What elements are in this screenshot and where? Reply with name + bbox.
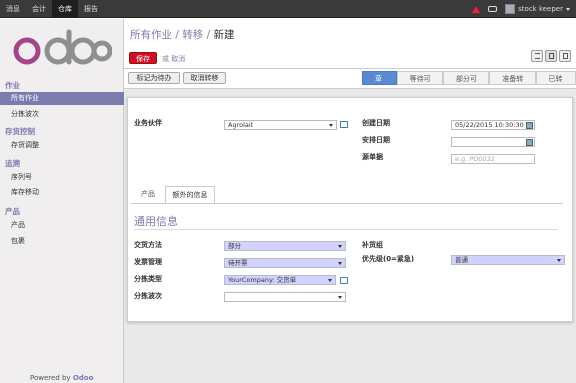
sidebar-section-operations: 作业 xyxy=(5,81,20,90)
avatar xyxy=(505,4,516,14)
odoo-logo[interactable] xyxy=(12,29,112,67)
chevron-down-icon xyxy=(566,7,570,11)
discard-group: 或 取消 xyxy=(162,54,185,64)
picking-type-value: YourCompany: 交货单 xyxy=(228,276,297,284)
menu-accounting[interactable]: 会计 xyxy=(26,0,52,18)
priority-select[interactable]: 普通 xyxy=(451,255,565,265)
priority-label: 优先级(0=紧急) xyxy=(362,255,415,263)
discard-link[interactable]: 取消 xyxy=(171,55,185,63)
top-menu: 消息 会计 仓库 报告 xyxy=(0,0,104,18)
section-divider xyxy=(134,229,558,230)
warning-icon[interactable] xyxy=(472,5,481,13)
delivery-method-select[interactable]: 部分 xyxy=(224,241,346,251)
picking-wave-select[interactable] xyxy=(224,292,346,302)
external-link-icon[interactable] xyxy=(340,277,348,284)
scheduled-date-label: 安排日期 xyxy=(362,136,390,144)
picking-type-label: 分拣类型 xyxy=(134,275,162,283)
cancel-transfer-button[interactable]: 取消转移 xyxy=(183,72,226,84)
list-view-icon[interactable] xyxy=(531,50,543,62)
user-name: stock keeper xyxy=(518,5,563,13)
form-sheet xyxy=(127,97,573,322)
tab-extra-info[interactable]: 额外的信息 xyxy=(165,186,215,204)
mark-todo-button[interactable]: 标记为待办 xyxy=(128,72,180,84)
status-done: 已转移 xyxy=(535,71,576,97)
powered-by-label: Powered by xyxy=(30,374,71,382)
status-draft: 草稿 xyxy=(362,71,397,97)
calendar-view-icon[interactable] xyxy=(559,50,571,62)
breadcrumb: 所有作业 / 转移 / 新建 xyxy=(130,27,234,42)
sidebar-item-products[interactable]: 产品 xyxy=(0,219,124,232)
chevron-down-icon xyxy=(557,259,561,262)
sidebar-item-all-operations[interactable]: 所有作业 xyxy=(0,92,124,105)
sidebar-item-stock-moves[interactable]: 库存移动 xyxy=(0,186,124,199)
sidebar-section-products: 产品 xyxy=(5,207,20,216)
create-date-label: 创建日期 xyxy=(362,119,390,127)
invoice-control-select[interactable]: 待开票 xyxy=(224,258,346,268)
scheduled-date-input[interactable] xyxy=(451,137,535,147)
calendar-icon[interactable] xyxy=(526,139,533,146)
source-document-input[interactable]: e.g. PO0032 xyxy=(451,154,535,164)
breadcrumb-separator: / xyxy=(175,29,179,41)
priority-value: 普通 xyxy=(455,256,468,264)
powered-by: Powered by Odoo xyxy=(30,374,93,382)
sidebar-section-inventory-control: 存货控制 xyxy=(5,127,35,136)
divider xyxy=(124,68,576,69)
create-date-value: 05/22/2015 10:30:30 xyxy=(455,121,524,129)
picking-wave-label: 分拣波次 xyxy=(134,292,162,300)
chevron-down-icon xyxy=(329,124,333,127)
sidebar-section-traceability: 追溯 xyxy=(5,159,20,168)
sidebar-item-packages[interactable]: 包裹 xyxy=(0,235,124,248)
menu-messaging[interactable]: 消息 xyxy=(0,0,26,18)
chevron-down-icon xyxy=(338,262,342,265)
statusbar: 草稿 等待可用 部分可用 准备转移 已转移 xyxy=(362,71,576,97)
status-ready: 准备转移 xyxy=(489,71,536,97)
breadcrumb-separator: / xyxy=(206,29,211,41)
chat-icon[interactable] xyxy=(488,6,498,12)
invoice-control-label: 发票管理 xyxy=(134,258,162,266)
partner-select[interactable]: Agrolait xyxy=(224,120,337,130)
top-right: stock keeper xyxy=(472,0,570,18)
form-view-icon[interactable] xyxy=(545,50,557,62)
partner-value: Agrolait xyxy=(228,121,254,129)
sidebar-item-serial-numbers[interactable]: 序列号 xyxy=(0,171,124,184)
partner-label: 业务伙伴 xyxy=(134,119,162,127)
section-title: 通用信息 xyxy=(134,215,178,228)
sidebar: 作业 所有作业 分拣波次 存货控制 存货调整 追溯 序列号 库存移动 产品 产品… xyxy=(0,19,124,383)
invoice-control-value: 待开票 xyxy=(228,259,248,267)
breadcrumb-all-operations[interactable]: 所有作业 xyxy=(130,29,172,41)
menu-reporting[interactable]: 报告 xyxy=(78,0,104,18)
delivery-method-value: 部分 xyxy=(228,242,241,250)
chevron-down-icon xyxy=(328,279,332,282)
user-menu[interactable]: stock keeper xyxy=(505,4,570,14)
picking-type-select[interactable]: YourCompany: 交货单 xyxy=(224,275,336,285)
chevron-down-icon xyxy=(338,245,342,248)
delivery-method-label: 交货方法 xyxy=(134,241,162,249)
breadcrumb-transfers[interactable]: 转移 xyxy=(182,29,203,41)
sidebar-item-inventory-adjustments[interactable]: 存货调整 xyxy=(0,139,124,152)
status-waiting: 等待可用 xyxy=(396,71,443,97)
external-link-icon[interactable] xyxy=(340,121,348,128)
save-button[interactable]: 保存 xyxy=(129,52,157,64)
breadcrumb-current: 新建 xyxy=(213,29,235,41)
create-date-input[interactable]: 05/22/2015 10:30:30 xyxy=(451,120,535,130)
source-document-label: 源单据 xyxy=(362,153,383,161)
top-bar: 消息 会计 仓库 报告 stock keeper xyxy=(0,0,576,18)
sidebar-item-picking-waves[interactable]: 分拣波次 xyxy=(0,108,124,121)
procurement-group-label: 补货组 xyxy=(362,241,383,249)
status-partially-available: 部分可用 xyxy=(442,71,490,97)
calendar-icon[interactable] xyxy=(526,122,533,129)
tab-products[interactable]: 产品 xyxy=(131,186,165,204)
powered-by-brand[interactable]: Odoo xyxy=(73,374,94,382)
menu-warehouse[interactable]: 仓库 xyxy=(52,0,78,18)
or-label: 或 xyxy=(162,55,169,63)
chevron-down-icon xyxy=(338,296,342,299)
tab-divider xyxy=(131,203,563,204)
